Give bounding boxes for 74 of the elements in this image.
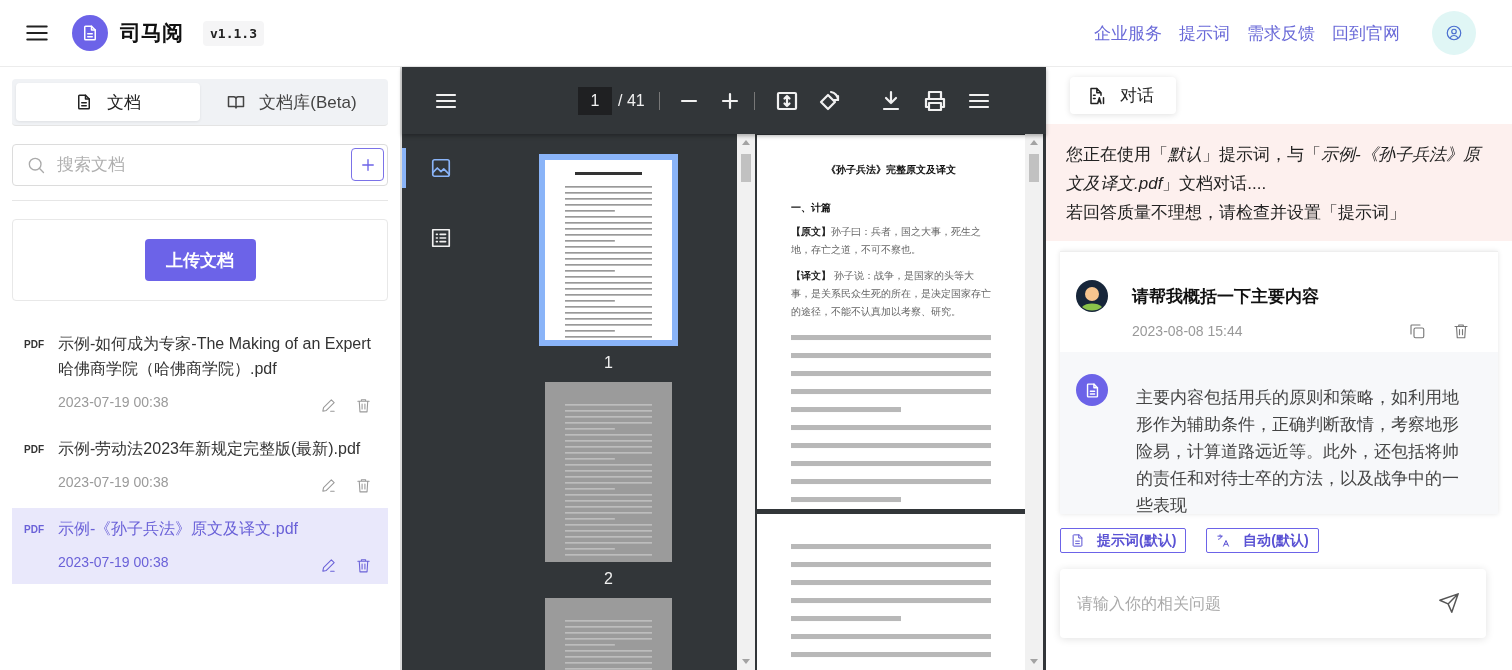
thumbnail-label: 1: [604, 354, 613, 372]
search-field[interactable]: 搜索文档: [12, 144, 388, 186]
page-number-field[interactable]: 1: [578, 86, 612, 115]
page-heading: 一、计篇: [791, 201, 832, 215]
add-button[interactable]: [351, 148, 384, 181]
question-field[interactable]: 请输入你的相关问题: [1060, 569, 1486, 638]
print-icon: [922, 88, 947, 113]
edit-button[interactable]: [320, 397, 337, 414]
document-date: 2023-07-19 00:38: [58, 553, 170, 570]
document-icon: [75, 93, 93, 111]
scrollbar[interactable]: [737, 134, 755, 670]
translate-icon: [1216, 533, 1232, 548]
edit-button[interactable]: [320, 477, 337, 494]
delete-button[interactable]: [1452, 322, 1470, 340]
document-item[interactable]: PDF 示例-如何成为专家-The Making of an Expert哈佛商学院（哈佛商学院）.pdf 2023-07-19 00:38: [12, 323, 388, 424]
document-name: 示例-劳动法2023年新规定完整版(最新).pdf: [58, 439, 362, 459]
document-date: 2023-07-19 00:38: [58, 393, 170, 410]
delete-button[interactable]: [355, 477, 372, 494]
image-icon: [430, 157, 452, 179]
book-icon: [227, 93, 246, 111]
trash-icon: [355, 477, 372, 494]
person-avatar-icon: [1076, 280, 1108, 312]
message-time: 2023-08-08 15:44: [1132, 323, 1244, 339]
document-date: 2023-07-19 00:38: [58, 473, 170, 490]
question-text: 请帮我概括一下主要内容: [1132, 285, 1320, 308]
page-paragraph: 【译文】 孙子说：战争，是国家的头等大事，是关系民众生死的所在，是决定国家存亡的途径，不能不认真加以考察、研究。: [791, 269, 991, 319]
pencil-icon: [320, 557, 337, 574]
trash-icon: [355, 397, 372, 414]
document-name: 示例-《孙子兵法》原文及译文.pdf: [58, 519, 299, 539]
version-label: v1.1.3: [203, 20, 264, 46]
nav-link[interactable]: 企业服务: [1094, 21, 1162, 45]
notice-text: 若回答质量不理想，请检查并设置「提示词」: [1066, 202, 1407, 224]
send-button[interactable]: [1438, 592, 1460, 614]
file-type-label: PDF: [24, 338, 45, 352]
trash-icon: [1452, 322, 1470, 340]
edit-button[interactable]: [320, 557, 337, 574]
tab[interactable]: 文档: [16, 83, 200, 121]
delete-button[interactable]: [355, 397, 372, 414]
file-type-label: PDF: [24, 523, 45, 537]
page-count: / 41: [618, 91, 645, 110]
notice-text: 您正在使用「默认」提示词，与「示例-《孙子兵法》原文及译文.pdf」文档对话....: [1066, 140, 1492, 198]
page-title: 《孙子兵法》完整原文及译文: [825, 163, 957, 177]
file-type-label: PDF: [24, 443, 45, 457]
document-icon: [1070, 533, 1085, 548]
prompt-chip[interactable]: 提示词(默认): [1060, 528, 1187, 553]
chat-tab[interactable]: 对话: [1070, 77, 1176, 114]
pencil-icon: [320, 477, 337, 494]
answer-text: 主要内容包括用兵的原则和策略，如利用地形作为辅助条件，正确判断敌情，考察地形险易，计算道路远近等。此外，还包括将帅的责任和对待士卒的方法，以及战争中的一些表现: [1136, 387, 1460, 514]
user-icon: [1445, 24, 1463, 42]
search-icon: [26, 155, 46, 175]
thumbnail-label: 2: [604, 570, 613, 588]
tab[interactable]: 文档库(Beta): [200, 83, 384, 121]
page-thumbnail[interactable]: [545, 382, 672, 562]
page-paragraph: 【原文】孙子曰：兵者，国之大事，死生之地，存亡之道，不可不察也。: [791, 225, 982, 257]
language-chip[interactable]: 自动(默认): [1206, 528, 1319, 553]
user-avatar-button[interactable]: [1432, 11, 1476, 55]
copy-button[interactable]: [1408, 322, 1426, 340]
delete-button[interactable]: [355, 557, 372, 574]
copy-icon: [1408, 322, 1426, 340]
document-icon: [81, 24, 99, 42]
nav-link[interactable]: 提示词: [1179, 21, 1230, 45]
zoom-out-icon: [679, 98, 698, 103]
document-item[interactable]: PDF 示例-《孙子兵法》原文及译文.pdf 2023-07-19 00:38: [12, 508, 388, 584]
document-name: 示例-如何成为专家-The Making of an Expert哈佛商学院（哈佛商学院）.pdf: [58, 334, 372, 379]
app-name: 司马阅: [120, 20, 183, 46]
scrollbar[interactable]: [1025, 134, 1043, 670]
nav-link[interactable]: 回到官网: [1332, 21, 1400, 45]
trash-icon: [355, 557, 372, 574]
pencil-icon: [320, 397, 337, 414]
send-icon: [1438, 592, 1460, 614]
upload-button[interactable]: 上传文档: [144, 239, 256, 281]
list-icon: [430, 227, 452, 249]
document-item[interactable]: PDF 示例-劳动法2023年新规定完整版(最新).pdf 2023-07-19 00:38: [12, 428, 388, 504]
nav-link[interactable]: 需求反馈: [1247, 21, 1315, 45]
